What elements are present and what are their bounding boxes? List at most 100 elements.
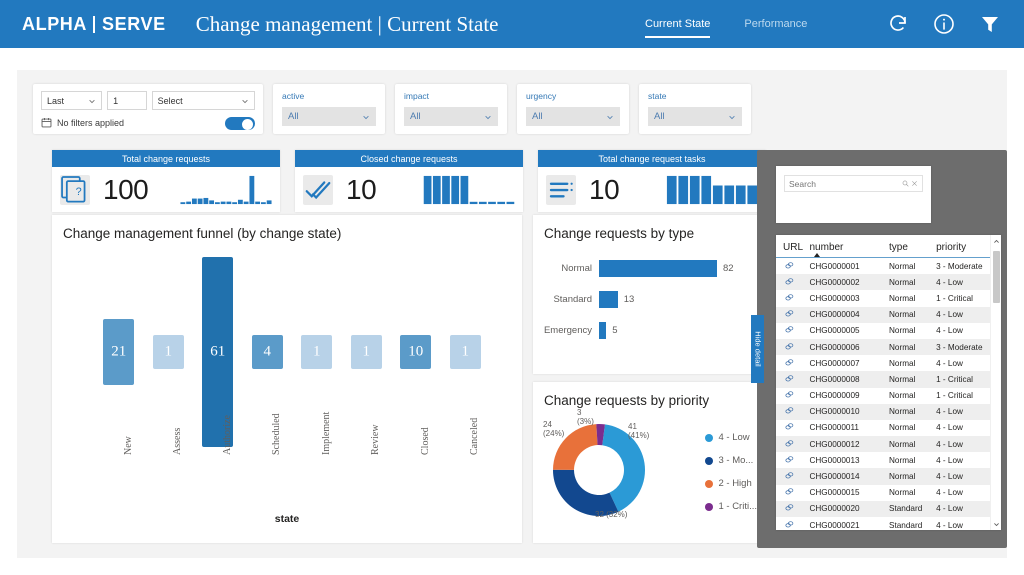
filter-toggle[interactable]: [225, 117, 255, 130]
table-cell-url[interactable]: [776, 355, 809, 371]
legend-item[interactable]: 1 - Criti...: [705, 501, 757, 512]
table-cell-url[interactable]: [776, 274, 809, 290]
table-row[interactable]: CHG0000006Normal3 - Moderate: [776, 339, 1001, 355]
link-icon[interactable]: [785, 293, 794, 302]
type-bar-row[interactable]: Emergency5: [533, 315, 765, 346]
table-cell-url[interactable]: [776, 436, 809, 452]
table-row[interactable]: CHG0000021Standard4 - Low: [776, 517, 1001, 530]
search-box[interactable]: [784, 175, 923, 192]
type-bar-row[interactable]: Normal82: [533, 253, 765, 284]
table-cell-url[interactable]: [776, 468, 809, 484]
funnel-bar[interactable]: 21: [103, 319, 134, 384]
column-header-url[interactable]: URL: [776, 235, 809, 258]
link-icon[interactable]: [785, 406, 794, 415]
search-icon[interactable]: [902, 179, 909, 188]
table-scrollbar[interactable]: [990, 235, 1001, 530]
table-cell-url[interactable]: [776, 501, 809, 517]
table-cell-url[interactable]: [776, 485, 809, 501]
link-icon[interactable]: [785, 520, 794, 529]
table-cell-url[interactable]: [776, 517, 809, 530]
table-row[interactable]: CHG0000011Normal4 - Low: [776, 420, 1001, 436]
table-row[interactable]: CHG0000003Normal1 - Critical: [776, 290, 1001, 306]
relative-date-mode-select[interactable]: Last: [41, 91, 102, 110]
table-cell-url[interactable]: [776, 388, 809, 404]
search-input[interactable]: [789, 179, 900, 189]
type-bar[interactable]: [599, 260, 717, 277]
table-row[interactable]: CHG0000014Normal4 - Low: [776, 468, 1001, 484]
funnel-bar[interactable]: 1: [153, 335, 184, 369]
table-cell-url[interactable]: [776, 290, 809, 306]
funnel-bar[interactable]: 1: [301, 335, 332, 369]
table-cell-url[interactable]: [776, 339, 809, 355]
tab-performance[interactable]: Performance: [744, 0, 807, 48]
table-row[interactable]: CHG0000012Normal4 - Low: [776, 436, 1001, 452]
slicer-impact-dropdown[interactable]: All: [404, 107, 498, 126]
slicer-state-dropdown[interactable]: All: [648, 107, 742, 126]
link-icon[interactable]: [785, 455, 794, 464]
funnel-bar[interactable]: 10: [400, 335, 431, 369]
legend-item[interactable]: 4 - Low: [705, 432, 757, 443]
table-cell-url[interactable]: [776, 420, 809, 436]
scroll-up-icon[interactable]: [991, 235, 1001, 247]
table-row[interactable]: CHG0000002Normal4 - Low: [776, 274, 1001, 290]
table-row[interactable]: CHG0000001Normal3 - Moderate: [776, 258, 1001, 275]
table-row[interactable]: CHG0000015Normal4 - Low: [776, 485, 1001, 501]
hide-detail-tab[interactable]: Hide detail: [751, 315, 764, 383]
funnel-bar[interactable]: 1: [450, 335, 481, 369]
link-icon[interactable]: [785, 277, 794, 286]
table-row[interactable]: CHG0000007Normal4 - Low: [776, 355, 1001, 371]
kpi-total-change-requests[interactable]: Total change requests ? 100: [52, 150, 280, 212]
table-row[interactable]: CHG0000004Normal4 - Low: [776, 307, 1001, 323]
slicer-urgency-dropdown[interactable]: All: [526, 107, 620, 126]
link-icon[interactable]: [785, 325, 794, 334]
type-bar[interactable]: [599, 291, 618, 308]
legend-item[interactable]: 2 - High: [705, 478, 757, 489]
table-row[interactable]: CHG0000010Normal4 - Low: [776, 404, 1001, 420]
table-row[interactable]: CHG0000008Normal1 - Critical: [776, 371, 1001, 387]
link-icon[interactable]: [785, 422, 794, 431]
info-icon[interactable]: [932, 12, 956, 36]
scroll-down-icon[interactable]: [991, 518, 1001, 530]
table-cell-url[interactable]: [776, 452, 809, 468]
type-bar-row[interactable]: Standard13: [533, 284, 765, 315]
refresh-icon[interactable]: [886, 12, 910, 36]
type-chart-plot[interactable]: Normal82Standard13Emergency5: [533, 241, 765, 346]
relative-date-unit-select[interactable]: Select: [152, 91, 255, 110]
link-icon[interactable]: [785, 503, 794, 512]
table-cell-url[interactable]: [776, 307, 809, 323]
table-row[interactable]: CHG0000005Normal4 - Low: [776, 323, 1001, 339]
funnel-bar[interactable]: 1: [351, 335, 382, 369]
link-icon[interactable]: [785, 358, 794, 367]
funnel-bar[interactable]: 4: [252, 335, 283, 369]
link-icon[interactable]: [785, 471, 794, 480]
link-icon[interactable]: [785, 342, 794, 351]
type-bar[interactable]: [599, 322, 606, 339]
table-cell-url[interactable]: [776, 258, 809, 275]
kpi-total-change-request-tasks[interactable]: Total change request tasks 10: [538, 150, 766, 212]
table-row[interactable]: CHG0000020Standard4 - Low: [776, 501, 1001, 517]
column-header-number[interactable]: number: [809, 235, 889, 258]
scrollbar-thumb[interactable]: [993, 251, 1000, 303]
link-icon[interactable]: [785, 487, 794, 496]
table-cell-url[interactable]: [776, 323, 809, 339]
table-row[interactable]: CHG0000009Normal1 - Critical: [776, 388, 1001, 404]
relative-date-amount-input[interactable]: 1: [107, 91, 147, 110]
funnel-chart-plot[interactable]: 21New1Assess61Authorize4Scheduled1Implem…: [52, 245, 522, 495]
link-icon[interactable]: [785, 374, 794, 383]
link-icon[interactable]: [785, 390, 794, 399]
table-cell-url[interactable]: [776, 371, 809, 387]
link-icon[interactable]: [785, 261, 794, 270]
table-row[interactable]: CHG0000013Normal4 - Low: [776, 452, 1001, 468]
link-icon[interactable]: [785, 439, 794, 448]
kpi-closed-change-requests[interactable]: Closed change requests 10: [295, 150, 523, 212]
priority-chart-plot[interactable]: 41 (41%)32 (32%)24 (24%)3 (3%)4 - Low3 -…: [533, 408, 765, 532]
tab-current-state[interactable]: Current State: [645, 0, 710, 48]
legend-item[interactable]: 3 - Mo...: [705, 455, 757, 466]
slicer-active-dropdown[interactable]: All: [282, 107, 376, 126]
column-header-type[interactable]: type: [889, 235, 936, 258]
close-icon[interactable]: [911, 179, 918, 188]
table-cell-type: Standard: [889, 517, 936, 530]
link-icon[interactable]: [785, 309, 794, 318]
filter-icon[interactable]: [978, 12, 1002, 36]
table-cell-url[interactable]: [776, 404, 809, 420]
